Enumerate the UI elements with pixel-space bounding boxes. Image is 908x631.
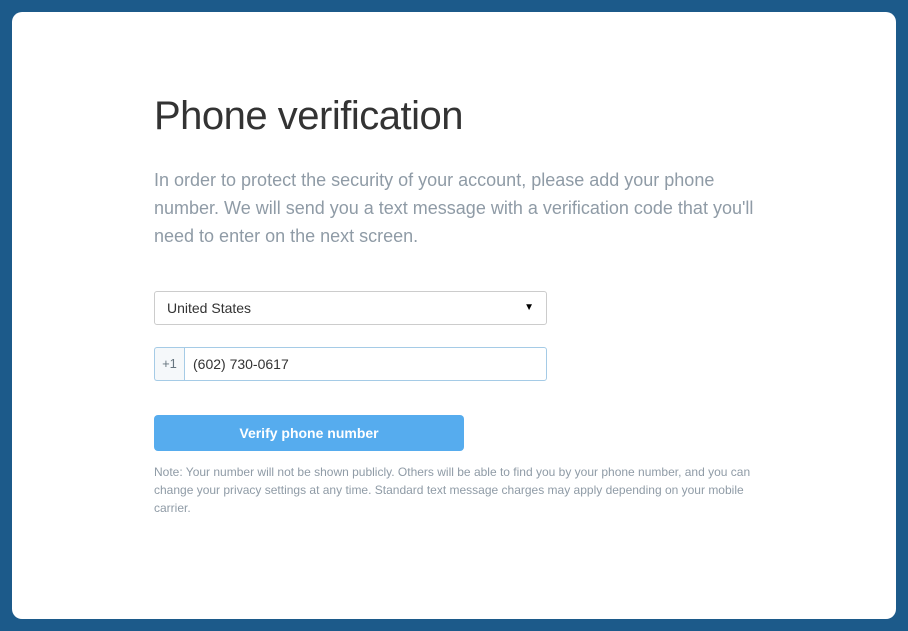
page-title: Phone verification [154, 94, 754, 139]
verify-button[interactable]: Verify phone number [154, 415, 464, 451]
description-text: In order to protect the security of your… [154, 167, 754, 251]
country-selected-label: United States [167, 300, 524, 316]
phone-input[interactable] [184, 347, 547, 381]
phone-prefix: +1 [154, 347, 184, 381]
chevron-down-icon: ▼ [524, 302, 534, 313]
note-text: Note: Your number will not be shown publ… [154, 463, 754, 517]
country-select[interactable]: United States ▼ [154, 291, 547, 325]
verification-card: Phone verification In order to protect t… [12, 12, 896, 619]
phone-row: +1 [154, 347, 547, 381]
